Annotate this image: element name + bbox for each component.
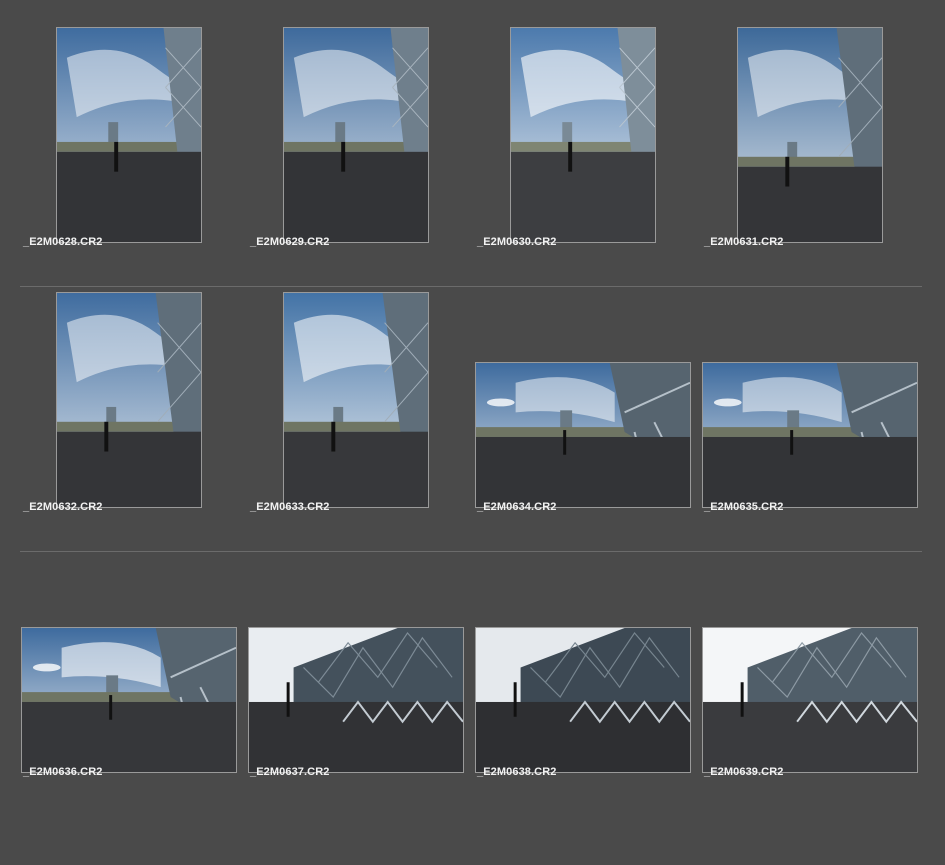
file-name-label: _E2M0633.CR2 (250, 501, 330, 513)
file-name-label: _E2M0628.CR2 (23, 236, 103, 248)
photo-thumbnail[interactable] (283, 27, 429, 243)
thumbnail-cell[interactable]: _E2M0631.CR2 (681, 0, 908, 265)
thumbnail-cell[interactable]: _E2M0628.CR2 (0, 0, 227, 265)
thumbnail-cell[interactable]: _E2M0634.CR2 (454, 265, 691, 530)
photo-thumbnail[interactable] (283, 292, 429, 508)
file-name-label: _E2M0632.CR2 (23, 501, 103, 513)
file-name-label: _E2M0635.CR2 (704, 501, 784, 513)
thumbnail-cell[interactable]: _E2M0639.CR2 (681, 530, 918, 795)
file-name-label: _E2M0639.CR2 (704, 766, 784, 778)
thumbnail-cell[interactable]: _E2M0636.CR2 (0, 530, 237, 795)
thumbnail-cell[interactable]: _E2M0633.CR2 (227, 265, 454, 530)
photo-thumbnail[interactable] (21, 627, 237, 773)
photo-thumbnail[interactable] (702, 627, 918, 773)
thumbnail-cell[interactable]: _E2M0635.CR2 (681, 265, 918, 530)
thumbnail-cell[interactable]: _E2M0638.CR2 (454, 530, 691, 795)
thumbnail-cell[interactable]: _E2M0629.CR2 (227, 0, 454, 265)
file-name-label: _E2M0630.CR2 (477, 236, 557, 248)
photo-thumbnail[interactable] (56, 292, 202, 508)
thumbnail-grid: _E2M0628.CR2 _E2M0629.CR2 _E2M0630.CR2 _… (0, 0, 945, 865)
file-name-label: _E2M0637.CR2 (250, 766, 330, 778)
thumbnail-cell[interactable]: _E2M0630.CR2 (454, 0, 681, 265)
thumbnail-cell[interactable]: _E2M0632.CR2 (0, 265, 227, 530)
photo-thumbnail[interactable] (510, 27, 656, 243)
thumbnail-cell[interactable]: _E2M0637.CR2 (227, 530, 464, 795)
file-name-label: _E2M0636.CR2 (23, 766, 103, 778)
file-name-label: _E2M0629.CR2 (250, 236, 330, 248)
photo-thumbnail[interactable] (475, 627, 691, 773)
file-name-label: _E2M0631.CR2 (704, 236, 784, 248)
photo-thumbnail[interactable] (737, 27, 883, 243)
photo-thumbnail[interactable] (56, 27, 202, 243)
photo-thumbnail[interactable] (702, 362, 918, 508)
file-name-label: _E2M0634.CR2 (477, 501, 557, 513)
photo-thumbnail[interactable] (475, 362, 691, 508)
file-name-label: _E2M0638.CR2 (477, 766, 557, 778)
photo-thumbnail[interactable] (248, 627, 464, 773)
